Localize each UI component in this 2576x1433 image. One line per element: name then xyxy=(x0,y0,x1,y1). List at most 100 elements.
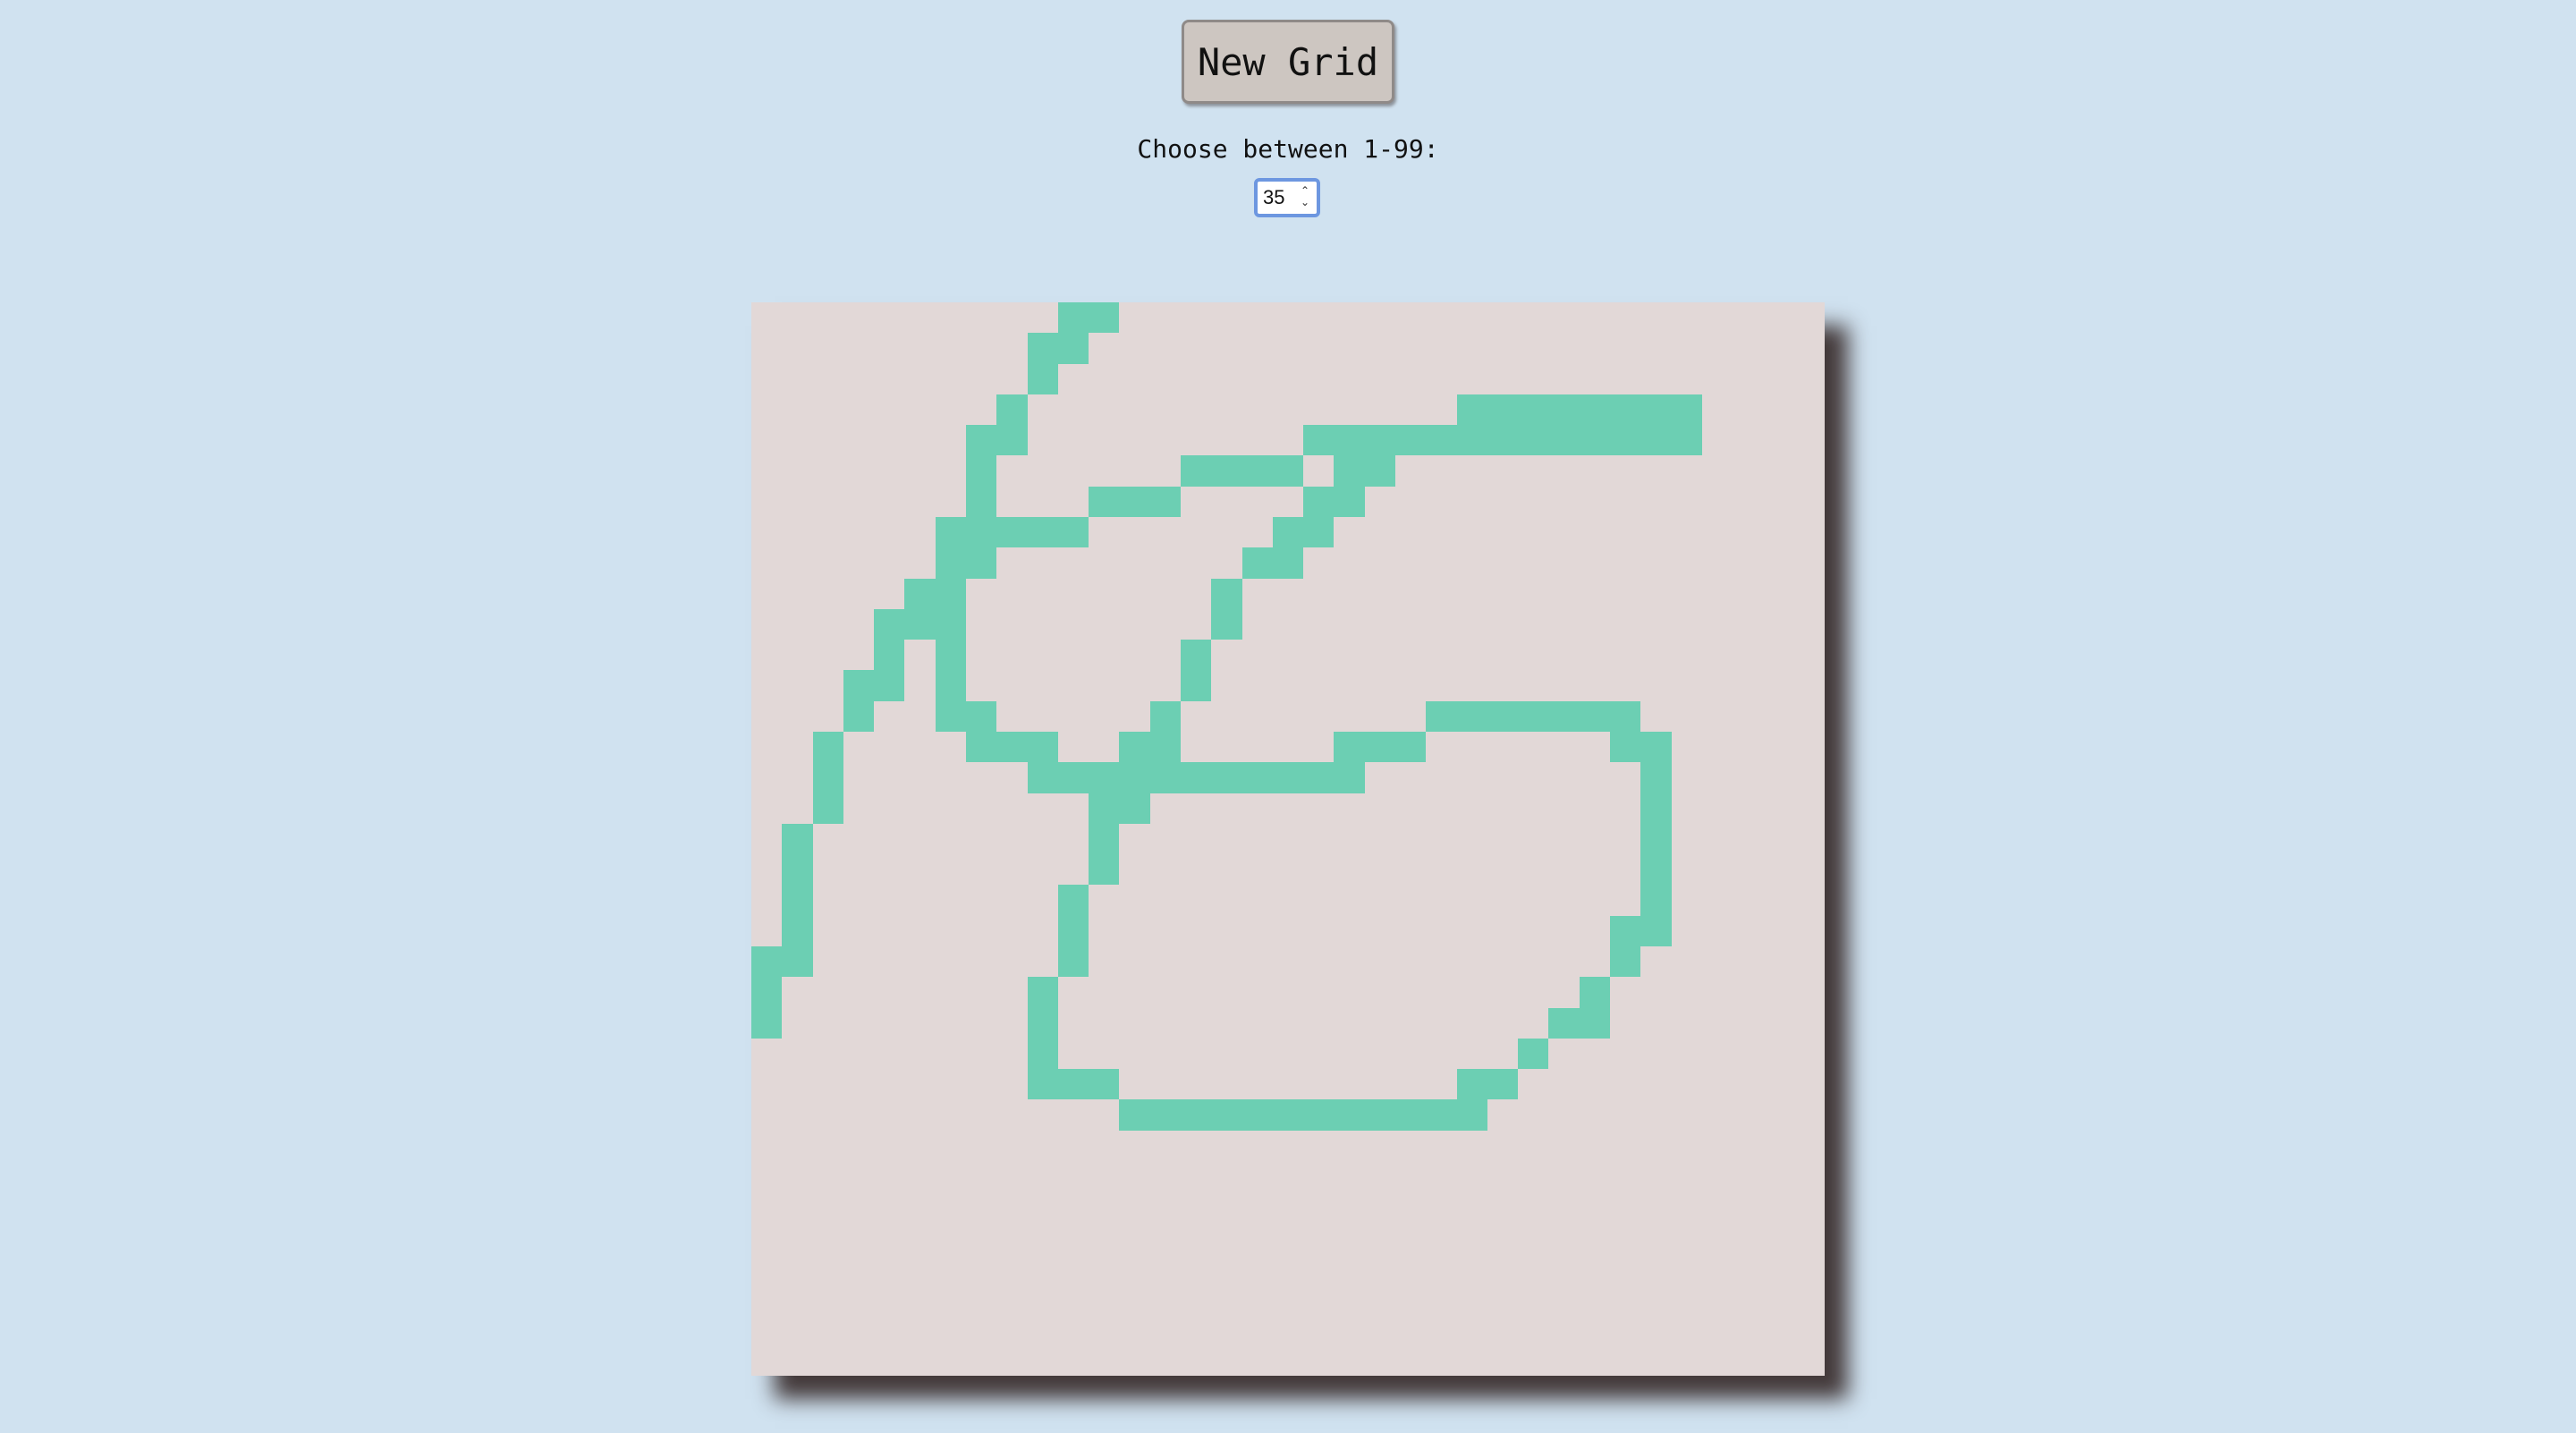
grid-cell[interactable] xyxy=(1426,1131,1456,1161)
grid-cell[interactable] xyxy=(1334,946,1364,977)
grid-cell[interactable] xyxy=(1487,1008,1518,1039)
grid-cell[interactable] xyxy=(1395,824,1426,854)
grid-cell[interactable] xyxy=(1487,579,1518,609)
grid-cell[interactable] xyxy=(1119,854,1149,885)
grid-cell[interactable] xyxy=(1057,885,1089,916)
grid-cell[interactable] xyxy=(1181,487,1211,517)
grid-cell[interactable] xyxy=(1518,609,1548,640)
grid-cell[interactable] xyxy=(1241,455,1273,487)
grid-cell[interactable] xyxy=(996,885,1027,915)
grid-cell[interactable] xyxy=(1242,1008,1273,1039)
grid-cell[interactable] xyxy=(966,579,996,609)
grid-cell[interactable] xyxy=(1763,1161,1793,1191)
grid-cell[interactable] xyxy=(1028,394,1058,425)
grid-cell[interactable] xyxy=(1181,1131,1211,1161)
grid-cell[interactable] xyxy=(1487,394,1519,426)
grid-cell[interactable] xyxy=(1303,977,1334,1007)
grid-cell[interactable] xyxy=(1058,854,1089,885)
grid-cell[interactable] xyxy=(1763,946,1793,977)
grid-cell[interactable] xyxy=(782,364,812,394)
grid-cell[interactable] xyxy=(1580,824,1610,854)
grid-cell[interactable] xyxy=(1671,425,1702,456)
grid-cell[interactable] xyxy=(1733,579,1763,609)
grid-cell[interactable] xyxy=(1580,1314,1610,1344)
grid-cell[interactable] xyxy=(1426,1345,1456,1376)
grid-cell[interactable] xyxy=(1211,885,1241,915)
grid-cell[interactable] xyxy=(996,1345,1027,1376)
grid-cell[interactable] xyxy=(1763,455,1793,486)
grid-cell[interactable] xyxy=(1487,916,1518,946)
grid-cell[interactable] xyxy=(1672,1345,1702,1376)
grid-cell[interactable] xyxy=(874,394,904,425)
grid-cell[interactable] xyxy=(1211,1345,1241,1376)
grid-cell[interactable] xyxy=(1457,609,1487,640)
grid-cell[interactable] xyxy=(1334,1099,1365,1131)
grid-cell[interactable] xyxy=(1487,640,1518,670)
grid-cell[interactable] xyxy=(1211,425,1241,455)
grid-cell[interactable] xyxy=(1058,1253,1089,1284)
grid-cell[interactable] xyxy=(1334,547,1364,578)
grid-cell[interactable] xyxy=(1150,1069,1181,1099)
grid-cell[interactable] xyxy=(935,516,966,548)
grid-cell[interactable] xyxy=(996,1039,1027,1069)
grid-cell[interactable] xyxy=(1610,1099,1640,1130)
grid-cell[interactable] xyxy=(1365,824,1395,854)
grid-cell[interactable] xyxy=(1211,640,1241,670)
grid-cell[interactable] xyxy=(1150,455,1181,486)
grid-cell[interactable] xyxy=(1487,547,1518,578)
grid-cell[interactable] xyxy=(1702,425,1733,455)
grid-cell[interactable] xyxy=(1548,1314,1579,1344)
grid-cell[interactable] xyxy=(1672,1191,1702,1222)
grid-cell[interactable] xyxy=(782,1161,812,1191)
grid-cell[interactable] xyxy=(1610,1161,1640,1191)
grid-cell[interactable] xyxy=(1487,762,1518,793)
grid-cell[interactable] xyxy=(1672,854,1702,885)
grid-cell[interactable] xyxy=(1334,517,1364,547)
grid-cell[interactable] xyxy=(1058,1039,1089,1069)
grid-cell[interactable] xyxy=(1580,1345,1610,1376)
grid-cell[interactable] xyxy=(966,364,996,394)
grid-cell[interactable] xyxy=(1702,333,1733,363)
grid-cell[interactable] xyxy=(1089,732,1119,762)
grid-cell[interactable] xyxy=(874,608,905,640)
grid-cell[interactable] xyxy=(1426,946,1456,977)
grid-cell[interactable] xyxy=(1303,1099,1335,1131)
grid-cell[interactable] xyxy=(1364,731,1395,763)
grid-cell[interactable] xyxy=(782,1314,812,1344)
grid-cell[interactable] xyxy=(1303,1161,1334,1191)
grid-cell[interactable] xyxy=(1640,394,1672,426)
grid-cell[interactable] xyxy=(1119,1345,1149,1376)
grid-cell[interactable] xyxy=(1058,1191,1089,1222)
grid-cell[interactable] xyxy=(1640,1069,1671,1099)
grid-cell[interactable] xyxy=(1640,1161,1671,1191)
grid-cell[interactable] xyxy=(1119,1161,1149,1191)
grid-cell[interactable] xyxy=(782,1223,812,1253)
grid-cell[interactable] xyxy=(936,885,966,915)
grid-cell[interactable] xyxy=(1089,609,1119,640)
grid-cell[interactable] xyxy=(1640,731,1672,763)
grid-cell[interactable] xyxy=(1028,824,1058,854)
grid-cell[interactable] xyxy=(751,732,782,762)
grid-cell[interactable] xyxy=(1794,1284,1825,1314)
grid-cell[interactable] xyxy=(1640,1039,1671,1069)
grid-cell[interactable] xyxy=(904,1284,935,1314)
grid-cell[interactable] xyxy=(1181,302,1211,333)
grid-cell[interactable] xyxy=(1150,579,1181,609)
grid-cell[interactable] xyxy=(1518,762,1548,793)
grid-cell[interactable] xyxy=(1733,1284,1763,1314)
grid-cell[interactable] xyxy=(1426,487,1456,517)
grid-cell[interactable] xyxy=(1640,1314,1671,1344)
grid-cell[interactable] xyxy=(1119,455,1149,486)
grid-cell[interactable] xyxy=(1794,517,1825,547)
grid-cell[interactable] xyxy=(1794,977,1825,1007)
grid-cell[interactable] xyxy=(1548,455,1579,486)
grid-cell[interactable] xyxy=(874,364,904,394)
grid-cell[interactable] xyxy=(1640,793,1672,824)
grid-cell[interactable] xyxy=(1334,609,1364,640)
grid-cell[interactable] xyxy=(843,1099,874,1130)
grid-cell[interactable] xyxy=(1672,977,1702,1007)
grid-cell[interactable] xyxy=(782,302,812,333)
grid-cell[interactable] xyxy=(1242,946,1273,977)
grid-cell[interactable] xyxy=(751,1069,782,1099)
grid-cell[interactable] xyxy=(1242,1039,1273,1069)
